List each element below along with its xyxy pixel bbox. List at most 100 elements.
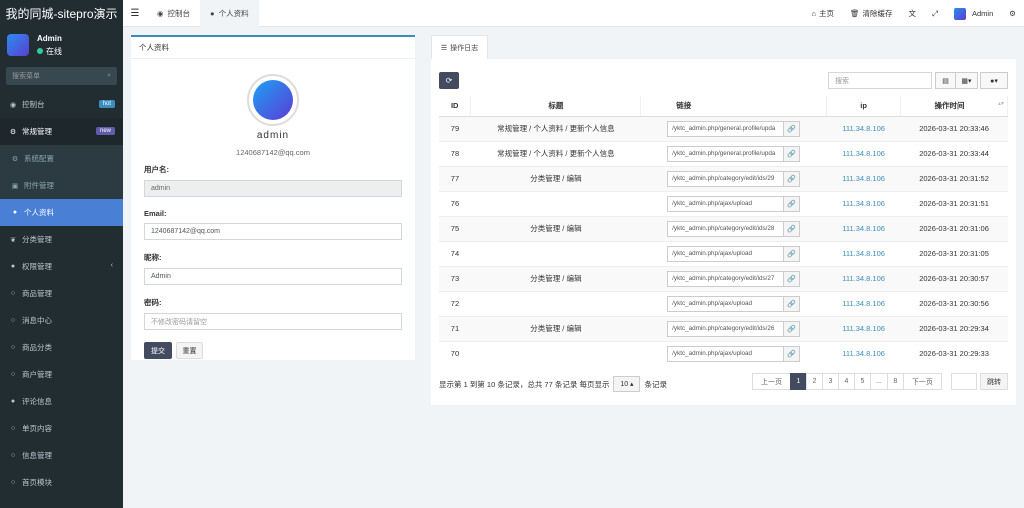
url-field[interactable]: /yktc_admin.php/ajax/upload — [667, 295, 785, 312]
sidebar-item-general[interactable]: ⚙ 常规管理 new — [0, 118, 123, 145]
link-icon[interactable]: 🔗 — [784, 270, 801, 287]
page-2[interactable]: 2 — [806, 373, 823, 390]
row-ip[interactable]: 111.34.8.106 — [826, 340, 901, 366]
row-ip[interactable]: 111.34.8.106 — [826, 115, 901, 141]
nickname-field[interactable]: Admin — [144, 268, 402, 285]
toggle-view-button[interactable]: ▤ — [935, 72, 956, 89]
sidebar-item-home-module[interactable]: ○ 首页模块 — [0, 469, 123, 496]
tab-profile[interactable]: ● 个人资料 — [200, 0, 259, 27]
table-row: 78 常规管理 / 个人资料 / 更新个人信息/yktc_admin.php/ge… — [439, 140, 1008, 166]
sidebar-item-goods[interactable]: ○ 商品管理 — [0, 280, 123, 307]
url-field[interactable]: /yktc_admin.php/general.profile/upda — [667, 120, 785, 137]
page-size-select[interactable]: 10 ▴ — [613, 376, 641, 392]
sidebar-item-comment[interactable]: ● 评论信息 — [0, 388, 123, 415]
profile-avatar[interactable] — [247, 74, 299, 126]
email-label: Email: — [144, 209, 167, 218]
home-icon: ⌂ — [811, 9, 816, 18]
user-menu[interactable]: Admin — [946, 7, 1001, 20]
col-time[interactable]: 操作时间 ▴▾ — [900, 96, 1008, 117]
menu-search-input[interactable]: 搜索菜单 ⌕ — [6, 67, 117, 85]
refresh-icon: ⟳ — [445, 76, 453, 85]
row-ip[interactable]: 111.34.8.106 — [826, 265, 901, 291]
row-title: 分类管理 / 编辑 — [470, 215, 641, 241]
url-field[interactable]: /yktc_admin.php/ajax/upload — [667, 345, 785, 362]
translate-icon[interactable]: 文 — [901, 8, 925, 19]
url-field[interactable]: /yktc_admin.php/category/edit/ids/28 — [667, 220, 785, 237]
log-table: ID 标题 链接 ip 操作时间 ▴▾ 79 常规管理 / 个人资料 / 更新个人信… — [439, 96, 1008, 366]
page-3[interactable]: 3 — [822, 373, 839, 390]
email-field[interactable]: 1240687142@qq.com — [144, 223, 402, 240]
tab-dashboard[interactable]: ◉ 控制台 — [147, 0, 200, 27]
sidebar-item-merchant[interactable]: ○ 商户管理 — [0, 361, 123, 388]
row-ip[interactable]: 111.34.8.106 — [826, 215, 901, 241]
next-page-button[interactable]: 下一页 — [902, 373, 942, 390]
prev-page-button[interactable]: 上一页 — [752, 373, 791, 390]
url-field[interactable]: /yktc_admin.php/ajax/upload — [667, 245, 785, 262]
sidebar-item-goods-category[interactable]: ○ 商品分类 — [0, 334, 123, 361]
url-field[interactable]: /yktc_admin.php/general.profile/upda — [667, 145, 785, 162]
page-4[interactable]: 4 — [838, 373, 855, 390]
sidebar-item-message[interactable]: ○ 消息中心 — [0, 307, 123, 334]
col-id[interactable]: ID — [439, 96, 472, 117]
row-ip[interactable]: 111.34.8.106 — [826, 315, 901, 341]
row-url: /yktc_admin.php/ajax/upload 🔗 — [640, 290, 827, 316]
row-ip[interactable]: 111.34.8.106 — [826, 290, 901, 316]
tab-operation-log[interactable]: ☰ 操作日志 — [431, 35, 488, 59]
link-icon[interactable]: 🔗 — [784, 295, 801, 312]
row-url: /yktc_admin.php/category/edit/ids/28 🔗 — [640, 215, 827, 241]
table-row: 79 常规管理 / 个人资料 / 更新个人信息/yktc_admin.php/ge… — [439, 115, 1008, 141]
row-id: 73 — [439, 265, 471, 291]
clear-cache-button[interactable]: 🗑 清除缓存 — [842, 8, 901, 19]
reset-button[interactable]: 重置 — [176, 342, 203, 359]
sidebar-item-category[interactable]: ❦ 分类管理 — [0, 226, 123, 253]
row-ip[interactable]: 111.34.8.106 — [826, 240, 901, 266]
sidebar-item-attachment[interactable]: ▣ 附件管理 — [0, 172, 123, 199]
sidebar-item-auth[interactable]: ● 权限管理 ‹ — [0, 253, 123, 280]
brand-title[interactable]: 我的同城-sitepro演示 — [0, 0, 123, 27]
settings-icon[interactable]: ⚙ — [1001, 9, 1024, 18]
log-search-input[interactable]: 搜索 — [828, 72, 932, 89]
col-ip[interactable]: ip — [826, 96, 902, 117]
row-ip[interactable]: 111.34.8.106 — [826, 190, 901, 216]
search-icon: ⌕ — [107, 72, 111, 79]
fullscreen-icon[interactable]: ⤢ — [924, 9, 946, 19]
col-url[interactable]: 链接 — [640, 96, 828, 117]
sidebar-item-info[interactable]: ○ 信息管理 — [0, 442, 123, 469]
table-row: 74/yktc_admin.php/ajax/upload 🔗 111.34.8.1… — [439, 240, 1008, 266]
jump-button[interactable]: 跳转 — [980, 373, 1008, 390]
url-field[interactable]: /yktc_admin.php/ajax/upload — [667, 195, 785, 212]
col-title[interactable]: 标题 — [470, 96, 642, 117]
url-field[interactable]: /yktc_admin.php/category/edit/ids/29 — [667, 170, 785, 187]
link-icon[interactable]: 🔗 — [784, 195, 801, 212]
topbar: ☰ ◉ 控制台 ● 个人资料 ⌂ 主页 🗑 清除缓存 文 ⤢ Admin ⚙ — [123, 0, 1024, 27]
avatar — [954, 7, 966, 20]
link-icon[interactable]: 🔗 — [784, 120, 801, 137]
submit-button[interactable]: 提交 — [144, 342, 172, 359]
sidebar-item-page[interactable]: ○ 单页内容 — [0, 415, 123, 442]
sidebar-item-profile[interactable]: ● 个人资料 — [0, 199, 123, 226]
link-icon[interactable]: 🔗 — [784, 170, 801, 187]
password-field[interactable]: 不修改密码请留空 — [144, 313, 402, 330]
sidebar-item-config[interactable]: ⚙ 系统配置 — [0, 145, 123, 172]
row-ip[interactable]: 111.34.8.106 — [826, 165, 901, 191]
url-field[interactable]: /yktc_admin.php/category/edit/ids/26 — [667, 320, 785, 337]
row-ip[interactable]: 111.34.8.106 — [826, 140, 901, 166]
link-icon[interactable]: 🔗 — [784, 345, 801, 362]
link-icon[interactable]: 🔗 — [784, 320, 801, 337]
page-8[interactable]: 8 — [886, 373, 904, 390]
menu-toggle-icon[interactable]: ☰ — [123, 8, 147, 19]
url-field[interactable]: /yktc_admin.php/category/edit/ids/27 — [667, 270, 785, 287]
row-time: 2026-03-31 20:31:05 — [900, 240, 1008, 266]
sidebar-item-dashboard[interactable]: ◉ 控制台 hot — [0, 91, 123, 118]
link-icon[interactable]: 🔗 — [784, 220, 801, 237]
row-title: 分类管理 / 编辑 — [470, 315, 641, 341]
export-button[interactable]: ●▾ — [980, 72, 1008, 89]
refresh-button[interactable]: ⟳ — [439, 72, 459, 89]
page-5[interactable]: 5 — [854, 373, 871, 390]
columns-button[interactable]: ▦▾ — [955, 72, 978, 89]
page-1[interactable]: 1 — [790, 373, 807, 390]
link-icon[interactable]: 🔗 — [784, 245, 801, 262]
jump-page-input[interactable] — [951, 373, 977, 390]
home-link[interactable]: ⌂ 主页 — [803, 8, 842, 19]
link-icon[interactable]: 🔗 — [784, 145, 801, 162]
